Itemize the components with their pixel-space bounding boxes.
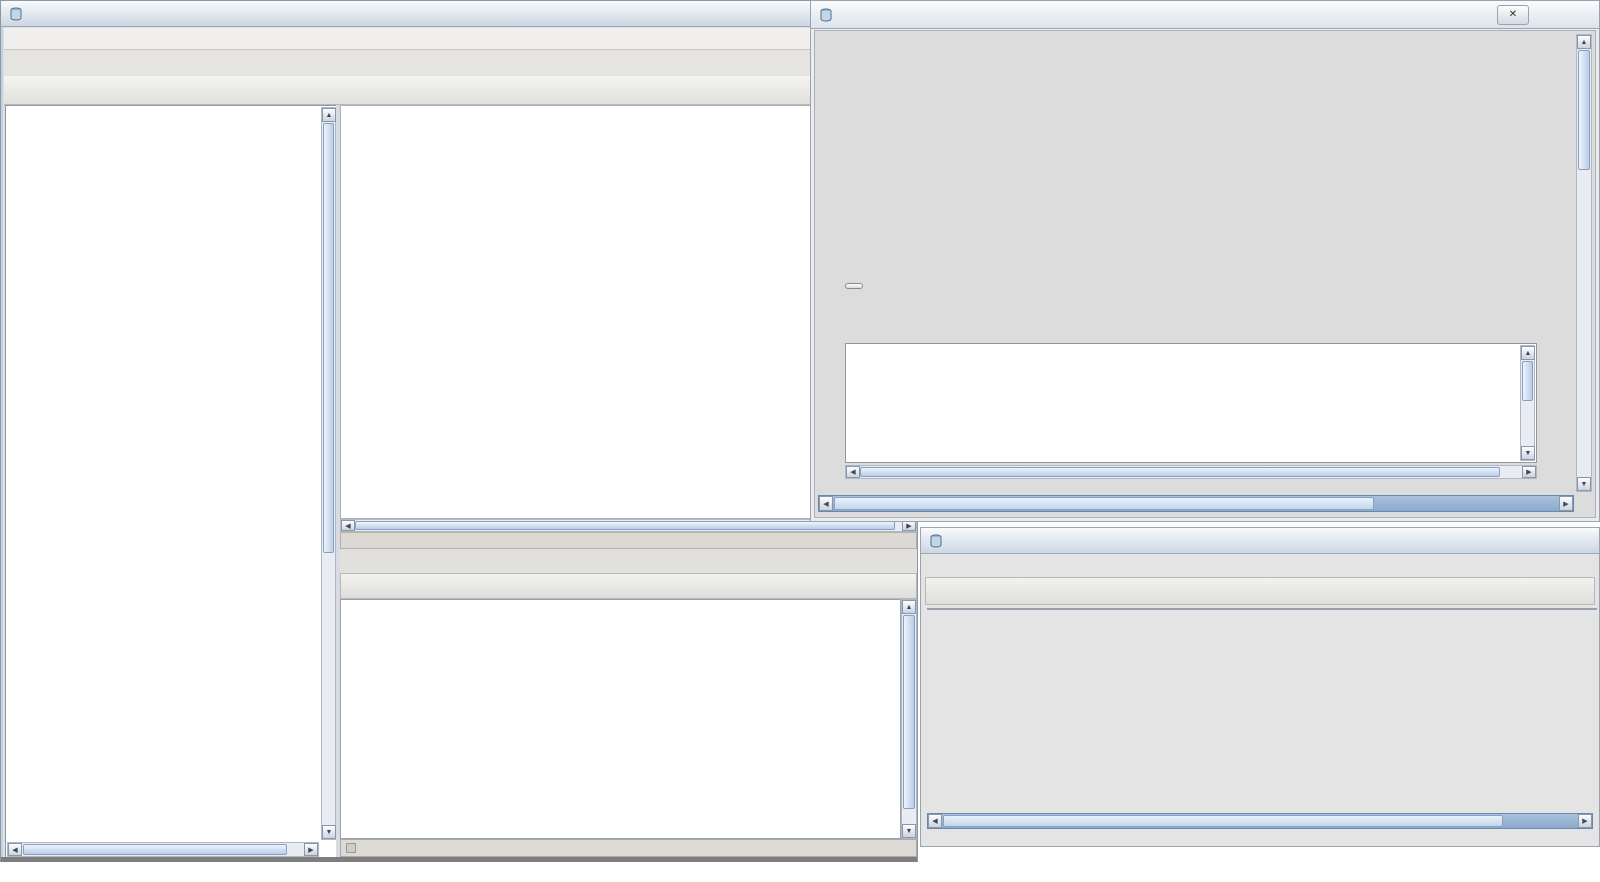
app-icon [10, 7, 22, 21]
scroll-up-icon[interactable]: ▲ [1521, 346, 1535, 360]
menu-bar [4, 28, 914, 50]
scroll-up-icon[interactable]: ▲ [1577, 35, 1591, 49]
sql-box-horizontal-scrollbar[interactable]: ◀ ▶ [845, 465, 1537, 479]
scroll-thumb[interactable] [23, 844, 287, 855]
scroll-left-icon[interactable]: ◀ [341, 520, 355, 531]
window-bottom-edge [1, 857, 917, 862]
edit-table-dialog: ◀ ▶ [920, 527, 1600, 847]
generated-sql-box[interactable] [845, 343, 1537, 463]
desktop: ▲ ▼ ◀ ▶ ◀ ▶ ▲ ▼ ✕ ▲ ▼ ◀ ▶ ▲ ▼ ◀ ▶ ◀ ▶ [0, 0, 1600, 882]
editor-status-bar [340, 532, 917, 549]
results-grid-container [340, 599, 901, 839]
scroll-thumb[interactable] [1522, 361, 1533, 401]
scroll-left-icon[interactable]: ◀ [819, 496, 833, 511]
scroll-left-icon[interactable]: ◀ [8, 843, 22, 856]
results-vertical-scrollbar[interactable]: ▲ ▼ [901, 599, 917, 839]
scroll-thumb[interactable] [323, 123, 334, 553]
scroll-down-icon[interactable]: ▼ [1577, 477, 1591, 491]
scroll-thumb[interactable] [834, 497, 1374, 510]
add-row-section [845, 283, 877, 289]
main-toolbar [4, 76, 914, 105]
database-tree-panel: ▲ ▼ ◀ ▶ [5, 105, 338, 859]
scroll-down-icon[interactable]: ▼ [1521, 446, 1535, 460]
create-dialog-body: ▲ ▼ ◀ ▶ ▲ ▼ ◀ ▶ [814, 30, 1596, 518]
dialog-horizontal-scrollbar[interactable]: ◀ ▶ [818, 495, 1574, 512]
add-button[interactable] [845, 283, 863, 289]
scroll-thumb[interactable] [860, 467, 1500, 477]
results-tab-bar [340, 549, 342, 573]
edit-dialog-title-bar[interactable] [921, 528, 1599, 554]
tree-horizontal-scrollbar[interactable]: ◀ ▶ [7, 842, 319, 857]
dialog-vertical-scrollbar[interactable]: ▲ ▼ [1576, 34, 1592, 492]
edit-dialog-tab-bar [925, 555, 1595, 577]
database-tree [7, 109, 319, 839]
close-icon[interactable]: ✕ [1497, 4, 1529, 25]
app-icon [930, 534, 942, 548]
scroll-up-icon[interactable]: ▲ [322, 108, 336, 122]
scroll-left-icon[interactable]: ◀ [928, 814, 942, 828]
edit-dialog-toolbar [925, 577, 1595, 605]
scroll-thumb[interactable] [903, 615, 915, 809]
scroll-down-icon[interactable]: ▼ [322, 825, 336, 839]
results-panel: ▲ ▼ [340, 549, 917, 857]
create-dialog-title-bar[interactable]: ✕ [811, 1, 1599, 29]
scroll-down-icon[interactable]: ▼ [902, 824, 916, 838]
scroll-up-icon[interactable]: ▲ [902, 600, 916, 614]
edit-grid-horizontal-scrollbar[interactable]: ◀ ▶ [927, 813, 1593, 829]
results-status-bar [340, 839, 917, 857]
sql-box-vertical-scrollbar[interactable]: ▲ ▼ [1520, 345, 1535, 461]
scroll-right-icon[interactable]: ▶ [304, 843, 318, 856]
app-icon [820, 8, 832, 22]
scroll-right-icon[interactable]: ▶ [1578, 814, 1592, 828]
scroll-thumb[interactable] [943, 815, 1503, 827]
main-title-bar[interactable] [1, 1, 917, 27]
results-toolbar [340, 573, 917, 599]
scroll-right-icon[interactable]: ▶ [1559, 496, 1573, 511]
status-grip-icon [346, 843, 356, 853]
scroll-right-icon[interactable]: ▶ [1522, 466, 1536, 478]
scroll-thumb[interactable] [355, 521, 895, 530]
scroll-left-icon[interactable]: ◀ [846, 466, 860, 478]
scroll-thumb[interactable] [1578, 50, 1590, 170]
create-table-dialog: ✕ ▲ ▼ ◀ ▶ ▲ ▼ ◀ ▶ [810, 0, 1600, 522]
connection-tab-bar [4, 50, 914, 76]
edit-grid-container [927, 608, 1597, 610]
tree-vertical-scrollbar[interactable]: ▲ ▼ [321, 107, 336, 840]
main-window: ▲ ▼ ◀ ▶ ◀ ▶ ▲ ▼ [0, 0, 918, 862]
